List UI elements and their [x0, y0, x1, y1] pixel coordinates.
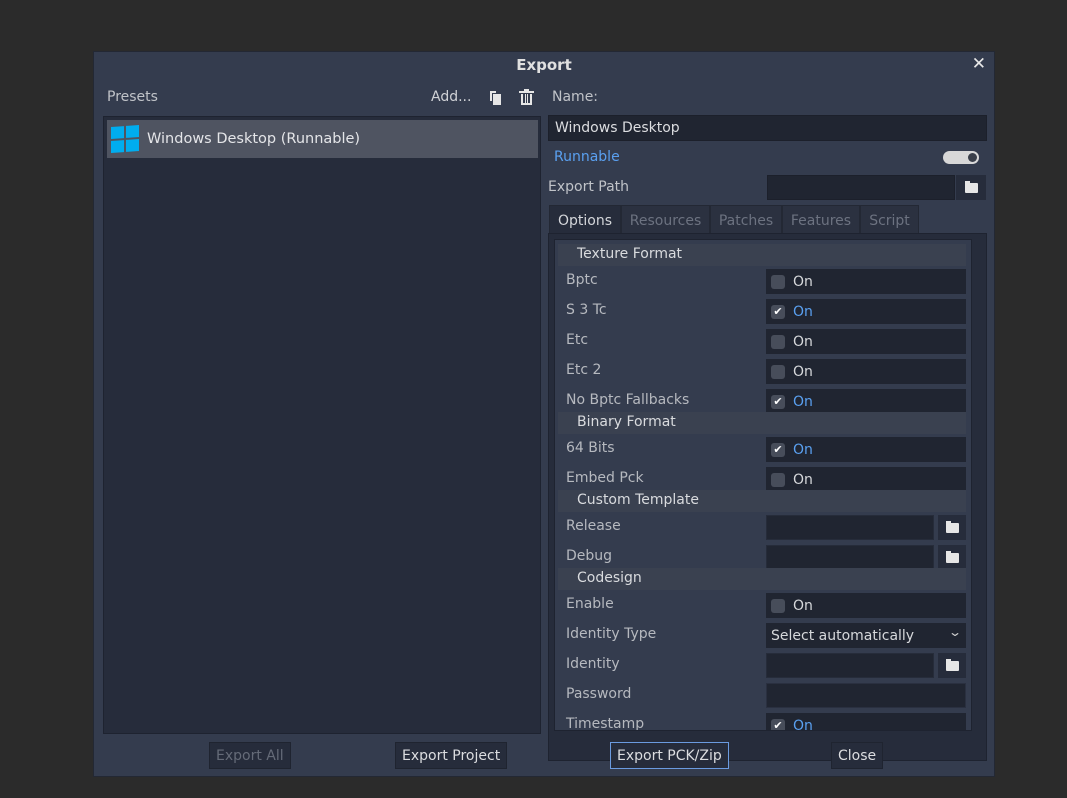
add-preset-button[interactable]: Add... [431, 89, 471, 105]
release-path-input[interactable] [766, 515, 934, 540]
option-label: 64 Bits [566, 440, 615, 456]
close-icon[interactable]: ✕ [972, 54, 986, 74]
export-dialog: Export ✕ Presets Add... Windows Desktop … [93, 51, 995, 777]
name-input[interactable]: Windows Desktop [548, 115, 987, 141]
export-path-label: Export Path [548, 179, 630, 195]
folder-icon [945, 520, 959, 533]
checkbox-label: On [793, 303, 813, 320]
tab-script[interactable]: Script [860, 205, 919, 235]
select-value: Select automatically [771, 627, 915, 644]
identity-type-select[interactable]: Select automatically ⌄ [766, 623, 966, 648]
export-project-button[interactable]: Export Project [395, 742, 508, 769]
etc-checkbox[interactable]: On [766, 329, 966, 354]
folder-icon [945, 550, 959, 563]
password-input[interactable] [766, 683, 966, 708]
section-binary-format: Binary Format [558, 412, 966, 434]
option-label: S 3 Tc [566, 302, 607, 318]
option-password: Password [558, 680, 966, 710]
debug-browse-button[interactable] [938, 545, 966, 570]
folder-icon [945, 658, 959, 671]
presets-list: Windows Desktop (Runnable) [103, 116, 541, 734]
checkbox-icon [771, 364, 785, 379]
checkbox-label: On [793, 597, 813, 614]
etc2-checkbox[interactable]: On [766, 359, 966, 384]
checkbox-icon [771, 334, 785, 349]
checkbox-label: On [793, 393, 813, 410]
tab-patches[interactable]: Patches [710, 205, 782, 235]
option-etc: Etc On [558, 326, 966, 356]
bptc-checkbox[interactable]: On [766, 269, 966, 294]
checkbox-label: On [793, 471, 813, 488]
checkbox-label: On [793, 363, 813, 380]
option-label: Identity [566, 656, 620, 672]
presets-label: Presets [107, 89, 158, 105]
option-label: Release [566, 518, 621, 534]
option-enable: Enable On [558, 590, 966, 620]
checkbox-label: On [793, 273, 813, 290]
tab-features[interactable]: Features [782, 205, 860, 235]
option-label: Timestamp [566, 716, 645, 731]
chevron-down-icon: ⌄ [947, 625, 963, 639]
option-label: Etc [566, 332, 589, 348]
debug-path-input[interactable] [766, 545, 934, 570]
option-s3tc: S 3 Tc ✔ On [558, 296, 966, 326]
export-all-button: Export All [209, 742, 291, 769]
enable-checkbox[interactable]: On [766, 593, 966, 618]
option-label: Debug [566, 548, 613, 564]
option-label: Bptc [566, 272, 598, 288]
option-label: Enable [566, 596, 614, 612]
preset-label: Windows Desktop (Runnable) [147, 131, 361, 147]
duplicate-icon[interactable] [489, 90, 501, 105]
export-path-browse-button[interactable] [956, 175, 986, 200]
tab-options[interactable]: Options [549, 205, 621, 235]
options-panel: Texture Format Bptc On S 3 Tc ✔ On Etc On Et… [548, 233, 987, 761]
option-label: Embed Pck [566, 470, 644, 486]
checkbox-label: On [793, 441, 813, 458]
no-bptc-checkbox[interactable]: ✔ On [766, 389, 966, 414]
tab-resources[interactable]: Resources [621, 205, 710, 235]
export-path-input[interactable] [767, 175, 955, 200]
runnable-toggle[interactable] [943, 151, 979, 164]
identity-browse-button[interactable] [938, 653, 966, 678]
folder-icon [964, 180, 978, 193]
option-label: Etc 2 [566, 362, 602, 378]
option-64-bits: 64 Bits ✔ On [558, 434, 966, 464]
runnable-label: Runnable [554, 149, 620, 165]
checkmark-icon: ✔ [771, 718, 785, 730]
checkmark-icon: ✔ [771, 304, 785, 319]
timestamp-checkbox[interactable]: ✔ On [766, 713, 966, 731]
checkbox-icon [771, 472, 785, 487]
option-identity-type: Identity Type Select automatically ⌄ [558, 620, 966, 650]
section-texture-format: Texture Format [558, 244, 966, 266]
checkbox-icon [771, 598, 785, 613]
checkmark-icon: ✔ [771, 394, 785, 409]
preset-item[interactable]: Windows Desktop (Runnable) [107, 120, 538, 158]
option-etc2: Etc 2 On [558, 356, 966, 386]
name-label: Name: [552, 89, 599, 105]
64-bits-checkbox[interactable]: ✔ On [766, 437, 966, 462]
option-timestamp: Timestamp ✔ On [558, 710, 966, 731]
section-custom-template: Custom Template [558, 490, 966, 512]
option-identity: Identity [558, 650, 966, 680]
trash-icon[interactable] [519, 89, 534, 105]
options-list: Texture Format Bptc On S 3 Tc ✔ On Etc On Et… [554, 239, 972, 731]
option-bptc: Bptc On [558, 266, 966, 296]
embed-pck-checkbox[interactable]: On [766, 467, 966, 492]
checkbox-label: On [793, 717, 813, 731]
windows-logo-icon [111, 125, 139, 153]
dialog-title: Export [516, 56, 572, 74]
option-release: Release [558, 512, 966, 542]
close-button[interactable]: Close [831, 742, 884, 769]
identity-path-input[interactable] [766, 653, 934, 678]
option-label: Identity Type [566, 626, 657, 642]
section-codesign: Codesign [558, 568, 966, 590]
export-pck-zip-button[interactable]: Export PCK/Zip [610, 742, 729, 769]
option-label: No Bptc Fallbacks [566, 392, 690, 408]
s3tc-checkbox[interactable]: ✔ On [766, 299, 966, 324]
checkbox-icon [771, 274, 785, 289]
checkbox-label: On [793, 333, 813, 350]
option-label: Password [566, 686, 632, 702]
checkmark-icon: ✔ [771, 442, 785, 457]
release-browse-button[interactable] [938, 515, 966, 540]
